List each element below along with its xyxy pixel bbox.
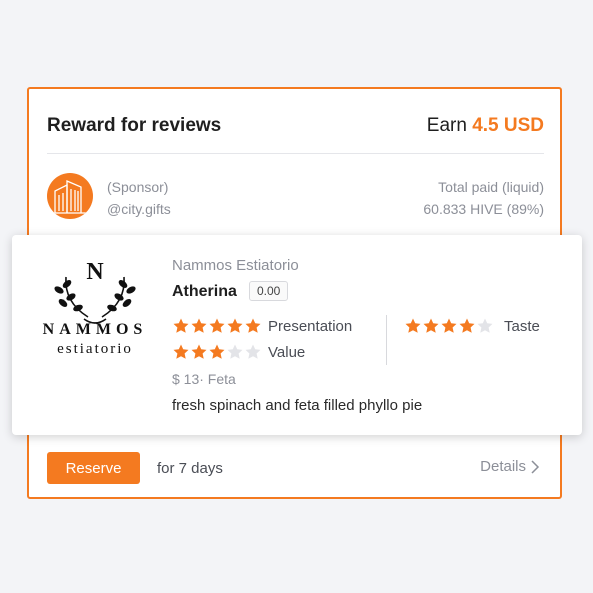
star-empty-icon [244, 343, 262, 361]
chevron-right-icon [531, 459, 540, 474]
logo-line2: estiatorio [57, 341, 133, 357]
paid-info: Total paid (liquid) 60.833 HIVE (89%) [423, 176, 544, 220]
reward-title: Reward for reviews [47, 115, 222, 136]
restaurant-name[interactable]: Nammos Estiatorio [172, 257, 299, 274]
logo-line1: NAMMOS [42, 321, 148, 338]
stars-presentation [172, 317, 262, 335]
restaurant-logo: N NAMMOS estiatorio [36, 257, 154, 363]
score-badge: 0.00 [249, 281, 289, 301]
details-label: Details [480, 458, 526, 475]
star-filled-icon [172, 343, 190, 361]
earn-amount: Earn 4.5 USD [427, 115, 544, 137]
dish-card[interactable]: N NAMMOS estiatorio Nammos Estiatorio At… [12, 235, 582, 435]
sponsor-info: (Sponsor) @city.gifts [107, 176, 171, 220]
star-filled-icon [208, 343, 226, 361]
header-divider [47, 153, 544, 154]
stars-taste [404, 317, 494, 335]
rating-label-presentation: Presentation [268, 317, 353, 335]
earn-label: Earn [426, 115, 467, 136]
star-filled-icon [458, 317, 476, 335]
rating-label-value: Value [268, 343, 306, 361]
dish-description: fresh spinach and feta filled phyllo pie [172, 397, 423, 414]
star-filled-icon [172, 317, 190, 335]
star-filled-icon [226, 317, 244, 335]
earn-value: 4.5 USD [472, 115, 544, 136]
rating-taste: Taste [404, 317, 540, 335]
star-filled-icon [190, 343, 208, 361]
paid-value: 60.833 HIVE (89%) [423, 201, 544, 217]
logo-letter: N [86, 259, 104, 285]
dish-name[interactable]: Atherina [172, 283, 237, 301]
ratings-divider [386, 315, 387, 365]
sponsor-avatar[interactable] [47, 173, 93, 219]
sponsor-label: (Sponsor) [107, 179, 169, 195]
stars-value [172, 343, 262, 361]
rating-presentation: Presentation [172, 317, 352, 335]
building-icon [51, 180, 89, 214]
star-filled-icon [190, 317, 208, 335]
sponsor-handle[interactable]: @city.gifts [107, 198, 171, 220]
paid-label: Total paid (liquid) [438, 179, 544, 195]
star-empty-icon [476, 317, 494, 335]
price-category: $ 13· Feta [172, 371, 236, 387]
reserve-button[interactable]: Reserve [47, 452, 140, 484]
star-filled-icon [440, 317, 458, 335]
star-empty-icon [226, 343, 244, 361]
rating-label-taste: Taste [504, 317, 540, 335]
rating-value: Value [172, 343, 305, 361]
star-filled-icon [422, 317, 440, 335]
reward-duration: for 7 days [157, 460, 223, 477]
details-link[interactable]: Details [480, 458, 540, 475]
star-filled-icon [244, 317, 262, 335]
star-filled-icon [404, 317, 422, 335]
star-filled-icon [208, 317, 226, 335]
